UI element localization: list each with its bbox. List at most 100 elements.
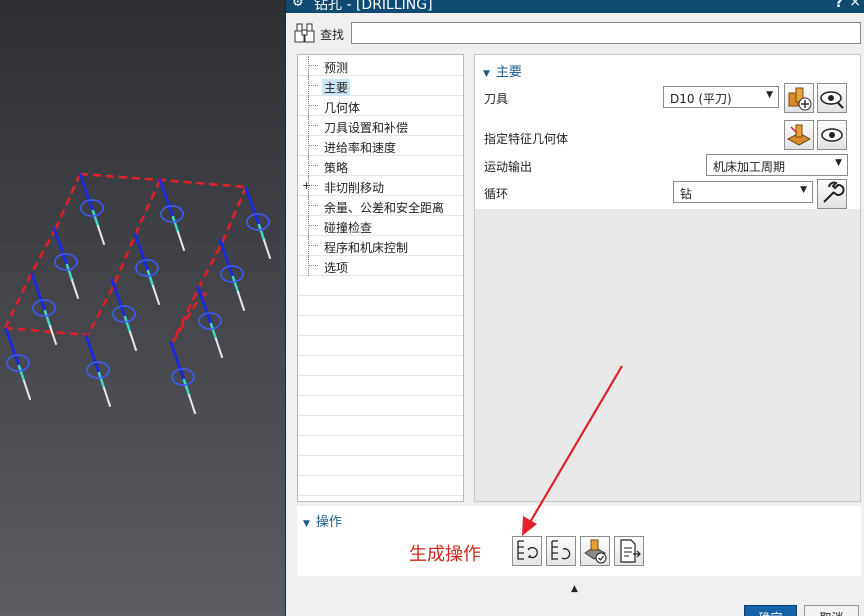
- drill-pattern-view: [0, 0, 285, 616]
- nav-item-label: 碰撞检查: [324, 221, 373, 235]
- display-tool-button[interactable]: [817, 83, 847, 113]
- tree-connector: [308, 225, 318, 226]
- tree-connector: [308, 145, 318, 146]
- generate-button[interactable]: [512, 536, 542, 566]
- operations-section: ▼ 操作 生成操作: [297, 365, 861, 576]
- operations-section-header[interactable]: ▼ 操作: [303, 511, 342, 530]
- nav-item-label: 进给率和速度: [324, 141, 397, 155]
- replay-button[interactable]: [546, 536, 576, 566]
- nav-item-label: 刀具设置和补偿: [324, 121, 409, 135]
- nav-item-label: 主要: [322, 79, 351, 96]
- help-icon[interactable]: ?: [835, 0, 843, 11]
- eye-icon: [821, 128, 843, 142]
- nav-item[interactable]: 余量、公差和安全距离: [298, 196, 463, 216]
- graphics-viewport[interactable]: [0, 0, 285, 616]
- nav-item[interactable]: 策略: [298, 156, 463, 176]
- tree-empty-row: [298, 436, 463, 456]
- new-tool-button[interactable]: [784, 83, 814, 113]
- chevron-down-icon: ▼: [835, 158, 842, 168]
- tree-connector: [308, 256, 309, 276]
- edit-cycle-parameters-button[interactable]: [817, 179, 847, 209]
- nav-item[interactable]: 碰撞检查: [298, 216, 463, 236]
- tree-empty-row: [298, 416, 463, 436]
- replay-path-icon: [551, 540, 571, 560]
- tree-connector: [308, 85, 318, 86]
- tree-empty-row: [298, 456, 463, 476]
- find-input[interactable]: [351, 22, 861, 44]
- nav-item[interactable]: + 非切削移动: [298, 176, 463, 196]
- tree-connector: [308, 216, 309, 236]
- tree-empty-row: [298, 316, 463, 336]
- generate-operation-annotation: 生成操作: [409, 544, 481, 565]
- motion-output-select[interactable]: 机床加工周期 ▼: [706, 154, 848, 176]
- nav-item[interactable]: 预测: [298, 56, 463, 76]
- tree-empty-row: [298, 336, 463, 356]
- binoculars-icon: [294, 23, 315, 43]
- cycle-label: 循环: [484, 187, 509, 201]
- dialog-title: 钻孔 - [DRILLING]: [314, 0, 433, 13]
- close-icon[interactable]: ×: [849, 0, 861, 10]
- tree-empty-row: [298, 376, 463, 396]
- collapse-dialog-arrow-icon[interactable]: ▲: [571, 584, 578, 594]
- expand-icon[interactable]: +: [302, 180, 311, 191]
- nav-item-label: 几何体: [324, 101, 361, 115]
- main-section-title: 主要: [495, 65, 522, 80]
- nav-item-label: 预测: [324, 61, 349, 75]
- cycle-select[interactable]: 钻 ▼: [673, 181, 813, 203]
- nav-item-label: 程序和机床控制: [324, 241, 409, 255]
- tool-label: 刀具: [484, 92, 509, 106]
- tool-select-value: D10 (平刀): [670, 92, 732, 106]
- nav-item[interactable]: 几何体: [298, 96, 463, 116]
- nav-item-label: 策略: [324, 161, 349, 175]
- tree-connector: [308, 196, 309, 216]
- nav-item[interactable]: 选项: [298, 256, 463, 276]
- main-section: ▼ 主要 刀具 D10 (平刀) ▼ 指定特征几何体 运动输出 机床加工周期 ▼…: [475, 55, 860, 209]
- new-tool-icon: [788, 87, 812, 111]
- tree-empty-row: [298, 296, 463, 316]
- feature-geometry-icon: [786, 124, 812, 146]
- main-section-header[interactable]: ▼ 主要: [483, 61, 522, 80]
- feature-geometry-label: 指定特征几何体: [484, 132, 569, 146]
- cycle-value: 钻: [680, 187, 693, 201]
- ok-button[interactable]: 确定: [744, 605, 797, 616]
- annotation-arrow: [522, 365, 623, 536]
- tree-connector: [308, 236, 309, 256]
- nav-item[interactable]: 程序和机床控制: [298, 236, 463, 256]
- operations-section-title: 操作: [315, 515, 342, 530]
- nav-item-label: 选项: [324, 261, 349, 275]
- nav-item[interactable]: 刀具设置和补偿: [298, 116, 463, 136]
- eye-with-tool-icon: [820, 91, 844, 109]
- find-row: 查找: [286, 20, 864, 46]
- cancel-button[interactable]: 取消: [804, 605, 859, 616]
- tree-connector: [308, 136, 309, 156]
- nav-item[interactable]: 进给率和速度: [298, 136, 463, 156]
- collapse-triangle-icon: ▼: [303, 519, 310, 529]
- tree-connector: [308, 205, 318, 206]
- motion-output-label: 运动输出: [484, 160, 533, 174]
- display-feature-geometry-button[interactable]: [817, 120, 847, 150]
- tool-select[interactable]: D10 (平刀) ▼: [663, 86, 779, 108]
- tree-connector: [308, 116, 309, 136]
- drilling-dialog: ⚙ 钻孔 - [DRILLING] ? × 查找 预测 主要 几何体 刀具设置和补偿进…: [285, 0, 864, 616]
- nav-item[interactable]: 主要: [298, 76, 463, 96]
- tree-connector: [308, 76, 309, 96]
- nav-item-label: 非切削移动: [324, 181, 385, 195]
- specify-feature-geometry-button[interactable]: [784, 120, 814, 150]
- tree-empty-row: [298, 356, 463, 376]
- tree-connector: [308, 156, 309, 176]
- list-output-button[interactable]: [614, 536, 644, 566]
- nav-item-label: 余量、公差和安全距离: [324, 201, 445, 215]
- tree-empty-row: [298, 276, 463, 296]
- dialog-titlebar: ⚙ 钻孔 - [DRILLING] ? ×: [286, 0, 864, 13]
- tree-empty-row: [298, 496, 463, 501]
- wrench-icon: [823, 181, 845, 203]
- tree-empty-row: [298, 476, 463, 496]
- tree-connector: [308, 265, 318, 266]
- verify-button[interactable]: [580, 536, 610, 566]
- collapse-triangle-icon: ▼: [483, 69, 490, 79]
- chevron-down-icon: ▼: [766, 90, 773, 100]
- page-navigation-tree: 预测主要几何体刀具设置和补偿 进给率和速度 策略 + 非切削移动余量、公差和安全距离 碰撞…: [297, 54, 464, 502]
- tree-connector: [308, 105, 318, 106]
- tree-connector: [308, 96, 309, 116]
- tree-connector: [308, 165, 318, 166]
